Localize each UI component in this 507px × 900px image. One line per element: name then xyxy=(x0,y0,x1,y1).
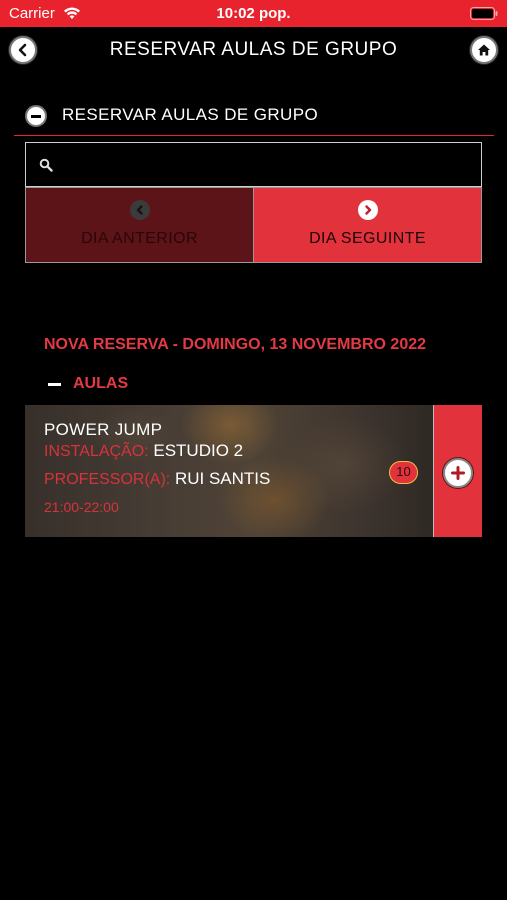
previous-day-label: DIA ANTERIOR xyxy=(81,230,198,247)
plus-circle-icon xyxy=(451,466,465,480)
teacher-value: RUI SANTIS xyxy=(174,469,271,488)
class-teacher-row: PROFESSOR(A): RUI SANTIS xyxy=(44,469,270,489)
page-title: RESERVAR AULAS DE GRUPO xyxy=(109,39,398,60)
clock: 10:02 pop. xyxy=(216,5,291,22)
aulas-label: AULAS xyxy=(73,375,129,392)
class-time: 21:00-22:00 xyxy=(44,499,119,515)
battery-icon xyxy=(470,7,498,20)
section-header[interactable]: RESERVAR AULAS DE GRUPO xyxy=(14,96,494,136)
chevron-left-icon xyxy=(129,200,150,220)
next-day-button[interactable]: DIA SEGUINTE xyxy=(254,188,481,262)
chevron-right-icon xyxy=(357,200,378,220)
home-icon xyxy=(478,44,490,56)
next-day-label: DIA SEGUINTE xyxy=(309,230,426,247)
booking-title: NOVA RESERVA - DOMINGO, 13 NOVEMBRO 2022 xyxy=(44,336,427,353)
minus-circle-icon[interactable] xyxy=(25,105,47,127)
class-name: POWER JUMP xyxy=(44,420,163,439)
search-input[interactable] xyxy=(62,143,472,185)
search-icon xyxy=(39,158,53,172)
venue-label: INSTALAÇÃO: xyxy=(44,443,149,460)
teacher-label: PROFESSOR(A): xyxy=(44,471,171,488)
previous-day-button[interactable]: DIA ANTERIOR xyxy=(26,188,254,262)
class-venue-row: INSTALAÇÃO: ESTUDIO 2 xyxy=(44,441,243,461)
add-class-panel[interactable] xyxy=(433,405,482,537)
search-box[interactable] xyxy=(25,142,482,187)
status-bar: Carrier 10:02 pop. xyxy=(0,0,507,27)
venue-value: ESTUDIO 2 xyxy=(153,441,244,460)
collapse-dash-icon xyxy=(48,383,61,386)
home-button[interactable] xyxy=(470,36,498,64)
nav-bar: RESERVAR AULAS DE GRUPO xyxy=(0,27,507,75)
section-title: RESERVAR AULAS DE GRUPO xyxy=(62,105,319,124)
spots-badge: 10 xyxy=(389,461,418,484)
day-navigation: DIA ANTERIOR DIA SEGUINTE xyxy=(25,187,482,263)
class-card[interactable]: POWER JUMP INSTALAÇÃO: ESTUDIO 2 PROFESS… xyxy=(25,405,482,537)
add-class-button[interactable] xyxy=(443,458,473,488)
